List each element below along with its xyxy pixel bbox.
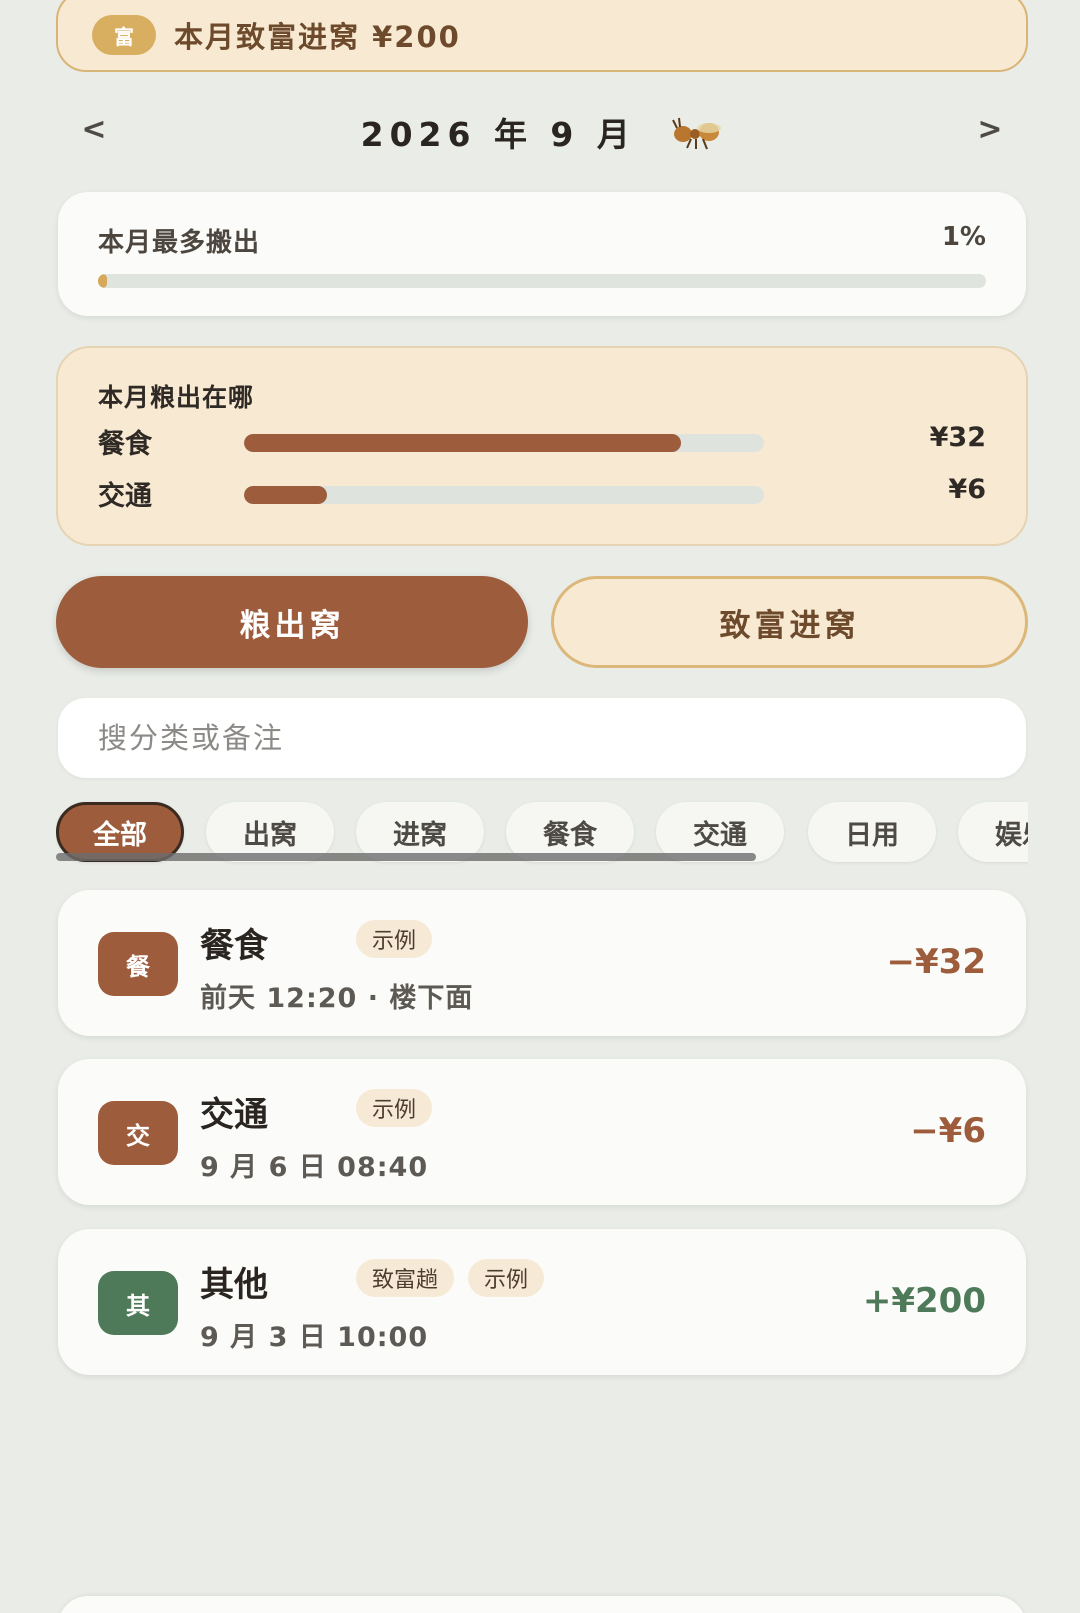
category-icon: 餐 (98, 932, 178, 996)
chip-daily[interactable]: 日用 (808, 802, 936, 862)
max-expense-bar-track (98, 274, 986, 288)
breakdown-bar-fill (244, 486, 328, 504)
transaction-tags: 示例 (356, 920, 433, 958)
income-mode-button[interactable]: 致富进窝 (551, 576, 1028, 668)
tag-example: 示例 (468, 1259, 545, 1297)
expense-mode-button[interactable]: 粮出窝 (56, 576, 528, 668)
month-title: 2026 年 9 月 (56, 108, 1028, 160)
transaction-amount: +¥200 (862, 1281, 986, 1321)
transaction-title: 交通 (200, 1095, 268, 1135)
breakdown-bar-track (244, 434, 764, 452)
income-banner[interactable]: 富 本月致富进窝 ¥200 (56, 0, 1028, 72)
transaction-title: 其他 (200, 1265, 268, 1305)
transaction-item[interactable]: 其 其他 致富趟 示例 9 月 3 日 10:00 +¥200 (58, 1229, 1026, 1375)
transaction-amount: −¥6 (910, 1111, 986, 1151)
breakdown-category: 餐食 (98, 429, 152, 460)
transaction-time: 9 月 6 日 08:40 (200, 1152, 429, 1183)
transaction-item[interactable]: 餐 餐食 示例 前天 12:20 · 楼下面 −¥32 (58, 890, 1026, 1036)
app-root: 富 本月致富进窝 ¥200 < 2026 年 9 月 > 本月最多搬出 1% 本… (0, 0, 1080, 1613)
breakdown-row[interactable]: 餐食 ¥32 (98, 420, 986, 460)
category-icon: 其 (98, 1271, 178, 1335)
breakdown-title: 本月粮出在哪 (98, 383, 255, 412)
transaction-title: 餐食 (200, 926, 268, 966)
search-input[interactable] (58, 698, 1026, 778)
expense-breakdown-card: 本月粮出在哪 餐食 ¥32 交通 ¥6 (56, 346, 1028, 546)
tag-example: 示例 (356, 920, 433, 958)
month-navigation: < 2026 年 9 月 > (56, 100, 1028, 166)
breakdown-category: 交通 (98, 481, 152, 512)
bottom-panel (58, 1596, 1026, 1613)
rich-badge: 富 (92, 15, 156, 55)
chip-entertainment[interactable]: 娱乐 (958, 802, 1028, 862)
month-title-text: 2026 年 9 月 (360, 115, 636, 154)
max-expense-bar-fill (98, 274, 107, 288)
breakdown-bar-track (244, 486, 764, 504)
ant-icon (671, 114, 723, 160)
breakdown-amount: ¥6 (948, 474, 986, 505)
transaction-amount: −¥32 (886, 942, 986, 982)
max-expense-card: 本月最多搬出 1% (58, 192, 1026, 316)
chip-scrollbar[interactable] (56, 853, 756, 861)
breakdown-bar-fill (244, 434, 681, 452)
category-icon: 交 (98, 1101, 178, 1165)
breakdown-amount: ¥32 (929, 422, 986, 453)
transaction-time: 前天 12:20 · 楼下面 (200, 983, 474, 1014)
chevron-right-icon[interactable]: > (970, 112, 1010, 147)
banner-text: 本月致富进窝 ¥200 (174, 20, 461, 54)
transaction-tags: 致富趟 示例 (356, 1259, 545, 1297)
transaction-time: 9 月 3 日 10:00 (200, 1322, 429, 1353)
max-expense-percent: 1% (941, 222, 986, 252)
transaction-tags: 示例 (356, 1089, 433, 1127)
max-expense-label: 本月最多搬出 (98, 228, 261, 258)
tag-rich-trip: 致富趟 (356, 1259, 455, 1297)
tag-example: 示例 (356, 1089, 433, 1127)
transaction-item[interactable]: 交 交通 示例 9 月 6 日 08:40 −¥6 (58, 1059, 1026, 1205)
breakdown-row[interactable]: 交通 ¥6 (98, 472, 986, 512)
